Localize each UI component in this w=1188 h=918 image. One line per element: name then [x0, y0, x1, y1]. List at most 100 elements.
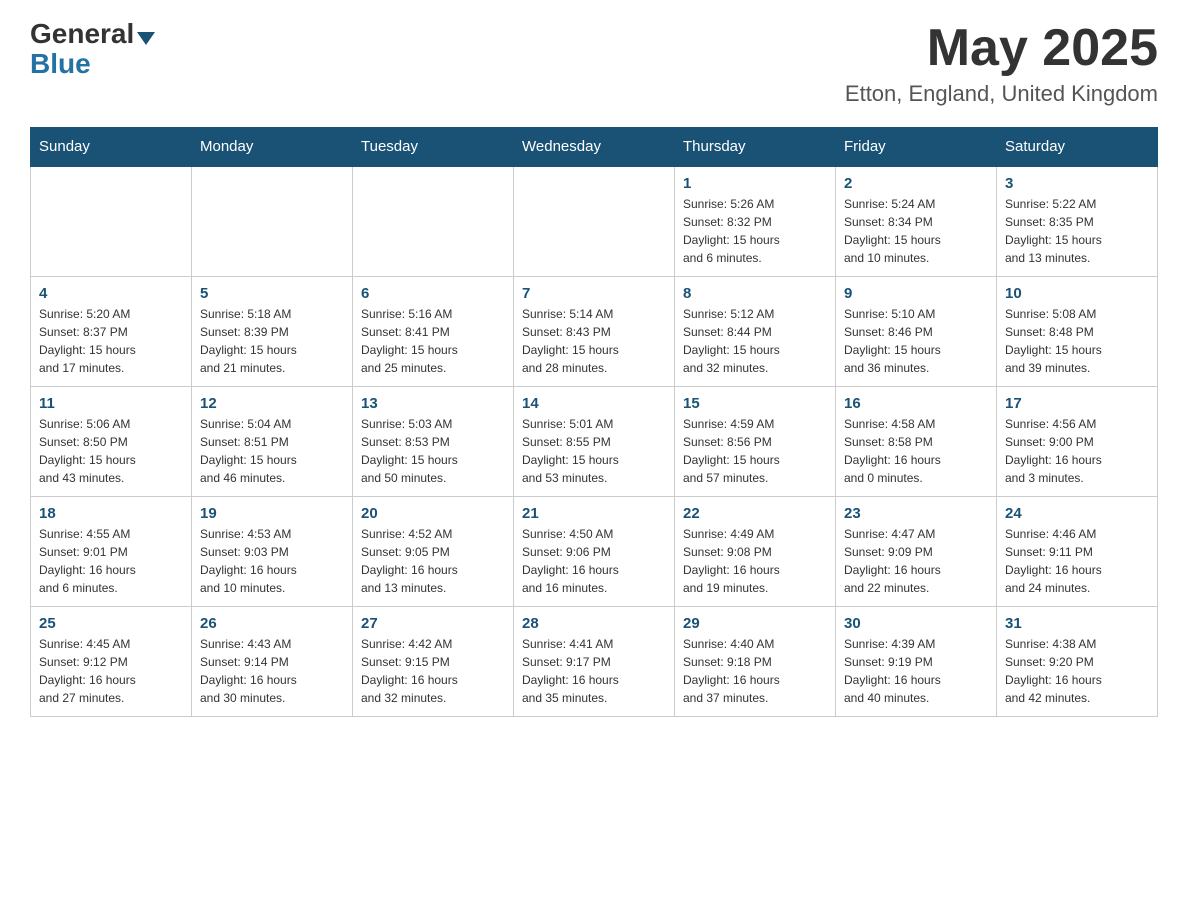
- day-number: 23: [844, 505, 988, 522]
- day-number: 10: [1005, 285, 1149, 302]
- day-info: Sunrise: 5:04 AMSunset: 8:51 PMDaylight:…: [200, 417, 297, 485]
- weekday-header-row: Sunday Monday Tuesday Wednesday Thursday…: [31, 128, 1158, 167]
- table-row: 16Sunrise: 4:58 AMSunset: 8:58 PMDayligh…: [836, 386, 997, 496]
- calendar-week-row: 18 Sunrise: 4:55 AMSunset: 9:01 PMDayligh…: [31, 496, 1158, 606]
- table-row: 8 Sunrise: 5:12 AMSunset: 8:44 PMDaylight…: [675, 276, 836, 386]
- day-info: Sunrise: 5:22 AMSunset: 8:35 PMDaylight:…: [1005, 197, 1102, 265]
- table-row: 23 Sunrise: 4:47 AMSunset: 9:09 PMDayligh…: [836, 496, 997, 606]
- day-info: Sunrise: 4:53 AMSunset: 9:03 PMDaylight:…: [200, 527, 297, 595]
- table-row: 22 Sunrise: 4:49 AMSunset: 9:08 PMDayligh…: [675, 496, 836, 606]
- day-info: Sunrise: 5:18 AMSunset: 8:39 PMDaylight:…: [200, 307, 297, 375]
- day-number: 15: [683, 395, 827, 412]
- day-info: Sunrise: 4:46 AMSunset: 9:11 PMDaylight:…: [1005, 527, 1102, 595]
- day-number: 20: [361, 505, 505, 522]
- day-number: 30: [844, 615, 988, 632]
- table-row: 19 Sunrise: 4:53 AMSunset: 9:03 PMDayligh…: [192, 496, 353, 606]
- day-info: Sunrise: 4:59 AMSunset: 8:56 PMDaylight:…: [683, 417, 780, 485]
- day-info: Sunrise: 4:55 AMSunset: 9:01 PMDaylight:…: [39, 527, 136, 595]
- calendar-table: Sunday Monday Tuesday Wednesday Thursday…: [30, 127, 1158, 717]
- logo-triangle-icon: [137, 32, 155, 45]
- calendar-week-row: 11 Sunrise: 5:06 AMSunset: 8:50 PMDayligh…: [31, 386, 1158, 496]
- table-row: 15 Sunrise: 4:59 AMSunset: 8:56 PMDayligh…: [675, 386, 836, 496]
- day-info: Sunrise: 5:16 AMSunset: 8:41 PMDaylight:…: [361, 307, 458, 375]
- table-row: 27Sunrise: 4:42 AMSunset: 9:15 PMDayligh…: [353, 606, 514, 716]
- day-info: Sunrise: 4:56 AMSunset: 9:00 PMDaylight:…: [1005, 417, 1102, 485]
- day-info: Sunrise: 5:06 AMSunset: 8:50 PMDaylight:…: [39, 417, 136, 485]
- day-info: Sunrise: 5:10 AMSunset: 8:46 PMDaylight:…: [844, 307, 941, 375]
- header-sunday: Sunday: [31, 128, 192, 167]
- table-row: 4Sunrise: 5:20 AMSunset: 8:37 PMDaylight…: [31, 276, 192, 386]
- day-info: Sunrise: 5:03 AMSunset: 8:53 PMDaylight:…: [361, 417, 458, 485]
- table-row: 13 Sunrise: 5:03 AMSunset: 8:53 PMDayligh…: [353, 386, 514, 496]
- day-info: Sunrise: 4:49 AMSunset: 9:08 PMDaylight:…: [683, 527, 780, 595]
- table-row: 26 Sunrise: 4:43 AMSunset: 9:14 PMDayligh…: [192, 606, 353, 716]
- day-info: Sunrise: 4:40 AMSunset: 9:18 PMDaylight:…: [683, 637, 780, 705]
- table-row: 6 Sunrise: 5:16 AMSunset: 8:41 PMDaylight…: [353, 276, 514, 386]
- day-info: Sunrise: 4:45 AMSunset: 9:12 PMDaylight:…: [39, 637, 136, 705]
- table-row: 24 Sunrise: 4:46 AMSunset: 9:11 PMDayligh…: [997, 496, 1158, 606]
- day-number: 12: [200, 395, 344, 412]
- table-row: 31 Sunrise: 4:38 AMSunset: 9:20 PMDayligh…: [997, 606, 1158, 716]
- day-info: Sunrise: 4:58 AMSunset: 8:58 PMDaylight:…: [844, 417, 941, 485]
- day-number: 26: [200, 615, 344, 632]
- day-number: 18: [39, 505, 183, 522]
- day-info: Sunrise: 5:26 AMSunset: 8:32 PMDaylight:…: [683, 197, 780, 265]
- day-info: Sunrise: 4:41 AMSunset: 9:17 PMDaylight:…: [522, 637, 619, 705]
- table-row: [192, 166, 353, 276]
- day-info: Sunrise: 4:42 AMSunset: 9:15 PMDaylight:…: [361, 637, 458, 705]
- table-row: 14 Sunrise: 5:01 AMSunset: 8:55 PMDayligh…: [514, 386, 675, 496]
- table-row: 9 Sunrise: 5:10 AMSunset: 8:46 PMDaylight…: [836, 276, 997, 386]
- day-number: 31: [1005, 615, 1149, 632]
- table-row: 20 Sunrise: 4:52 AMSunset: 9:05 PMDayligh…: [353, 496, 514, 606]
- calendar-week-row: 25Sunrise: 4:45 AMSunset: 9:12 PMDayligh…: [31, 606, 1158, 716]
- table-row: 25Sunrise: 4:45 AMSunset: 9:12 PMDayligh…: [31, 606, 192, 716]
- day-number: 9: [844, 285, 988, 302]
- table-row: [353, 166, 514, 276]
- table-row: 10 Sunrise: 5:08 AMSunset: 8:48 PMDayligh…: [997, 276, 1158, 386]
- day-number: 8: [683, 285, 827, 302]
- day-info: Sunrise: 5:01 AMSunset: 8:55 PMDaylight:…: [522, 417, 619, 485]
- calendar-week-row: 1Sunrise: 5:26 AMSunset: 8:32 PMDaylight…: [31, 166, 1158, 276]
- header-monday: Monday: [192, 128, 353, 167]
- table-row: 30 Sunrise: 4:39 AMSunset: 9:19 PMDayligh…: [836, 606, 997, 716]
- header-wednesday: Wednesday: [514, 128, 675, 167]
- title-block: May 2025 Etton, England, United Kingdom: [845, 20, 1158, 107]
- table-row: 1Sunrise: 5:26 AMSunset: 8:32 PMDaylight…: [675, 166, 836, 276]
- day-info: Sunrise: 4:47 AMSunset: 9:09 PMDaylight:…: [844, 527, 941, 595]
- logo-general-text: General: [30, 20, 134, 48]
- day-number: 4: [39, 285, 183, 302]
- header-tuesday: Tuesday: [353, 128, 514, 167]
- day-info: Sunrise: 4:52 AMSunset: 9:05 PMDaylight:…: [361, 527, 458, 595]
- header-thursday: Thursday: [675, 128, 836, 167]
- day-info: Sunrise: 4:43 AMSunset: 9:14 PMDaylight:…: [200, 637, 297, 705]
- day-number: 22: [683, 505, 827, 522]
- page-header: General Blue May 2025 Etton, England, Un…: [30, 20, 1158, 107]
- table-row: 2Sunrise: 5:24 AMSunset: 8:34 PMDaylight…: [836, 166, 997, 276]
- day-info: Sunrise: 5:08 AMSunset: 8:48 PMDaylight:…: [1005, 307, 1102, 375]
- header-friday: Friday: [836, 128, 997, 167]
- day-number: 29: [683, 615, 827, 632]
- day-number: 24: [1005, 505, 1149, 522]
- logo: General Blue: [30, 20, 155, 80]
- table-row: 29 Sunrise: 4:40 AMSunset: 9:18 PMDayligh…: [675, 606, 836, 716]
- table-row: [31, 166, 192, 276]
- day-info: Sunrise: 5:12 AMSunset: 8:44 PMDaylight:…: [683, 307, 780, 375]
- day-number: 28: [522, 615, 666, 632]
- day-info: Sunrise: 4:50 AMSunset: 9:06 PMDaylight:…: [522, 527, 619, 595]
- day-info: Sunrise: 4:38 AMSunset: 9:20 PMDaylight:…: [1005, 637, 1102, 705]
- location-title: Etton, England, United Kingdom: [845, 81, 1158, 107]
- day-number: 6: [361, 285, 505, 302]
- day-number: 17: [1005, 395, 1149, 412]
- day-number: 13: [361, 395, 505, 412]
- table-row: 17 Sunrise: 4:56 AMSunset: 9:00 PMDayligh…: [997, 386, 1158, 496]
- month-title: May 2025: [845, 20, 1158, 77]
- day-number: 14: [522, 395, 666, 412]
- logo-blue-text: Blue: [30, 48, 91, 79]
- day-info: Sunrise: 4:39 AMSunset: 9:19 PMDaylight:…: [844, 637, 941, 705]
- day-number: 21: [522, 505, 666, 522]
- table-row: 5Sunrise: 5:18 AMSunset: 8:39 PMDaylight…: [192, 276, 353, 386]
- table-row: 12 Sunrise: 5:04 AMSunset: 8:51 PMDayligh…: [192, 386, 353, 496]
- day-number: 11: [39, 395, 183, 412]
- day-number: 2: [844, 175, 988, 192]
- day-number: 19: [200, 505, 344, 522]
